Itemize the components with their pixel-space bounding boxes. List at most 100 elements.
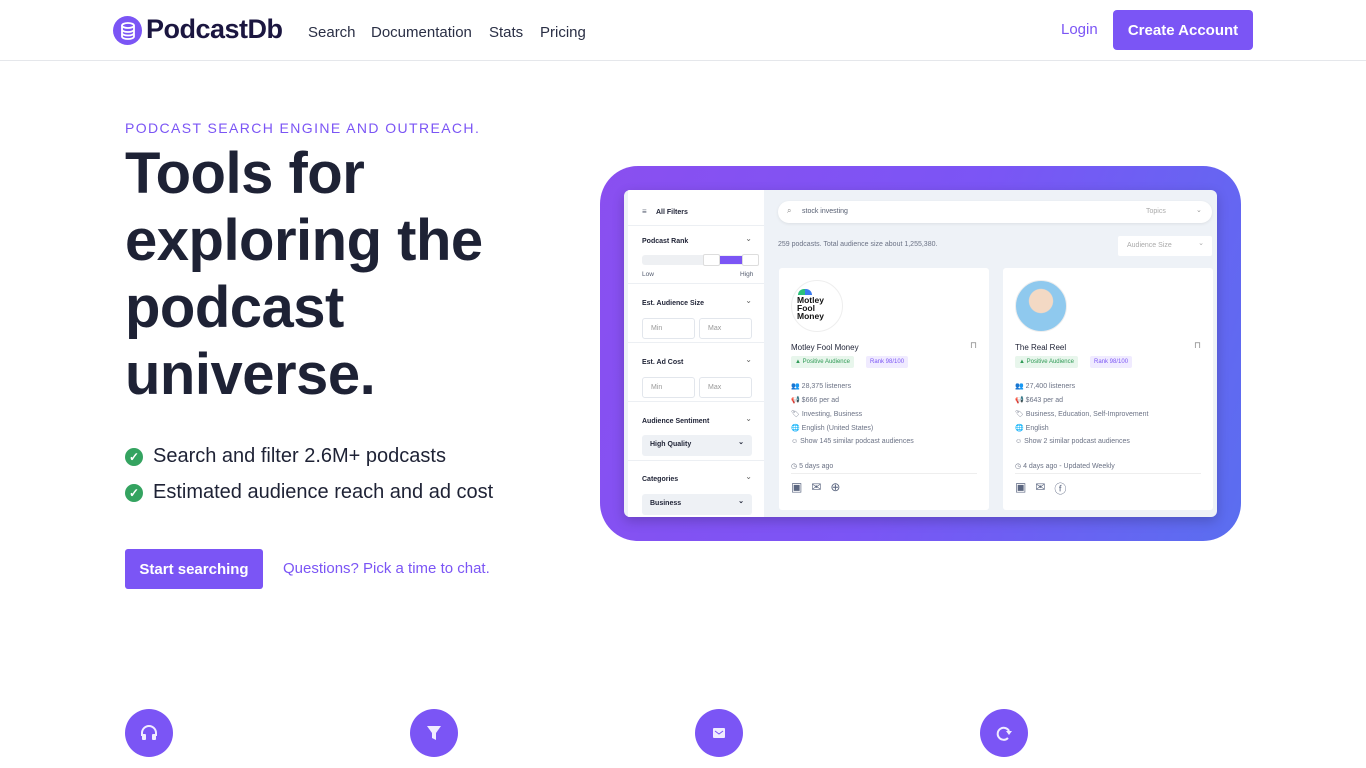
adcost-max-input[interactable]: Max [699, 377, 752, 398]
login-link[interactable]: Login [1061, 21, 1098, 38]
badge-text: Positive Audience [1026, 359, 1074, 365]
bookmark-icon[interactable]: ⊓ [970, 340, 977, 351]
chevron-down-icon[interactable]: ⌄ [745, 414, 752, 423]
language: 🌐 English (United States) [791, 425, 874, 432]
top-nav: PodcastDb Search Documentation Stats Pri… [0, 0, 1366, 61]
rank-slider[interactable] [642, 254, 759, 266]
updated: ◷ 5 days ago [791, 463, 834, 470]
bookmark-icon[interactable]: ⊓ [1194, 340, 1201, 351]
ad-cost: 📢 $666 per ad [791, 397, 840, 404]
filter-audience-size: Est. Audience Size ⌄ Min Max [628, 284, 764, 343]
select-value: High Quality [650, 441, 692, 448]
filter-label: Categories [642, 476, 679, 483]
slider-handle-low[interactable] [703, 254, 720, 266]
search-icon: ⌕ [787, 206, 792, 215]
tags: 🏷 Investing, Business [791, 411, 863, 418]
similar-link[interactable]: ☺ Show 145 similar podcast audiences [791, 438, 914, 445]
tags: 🏷 Business, Education, Self-Improvement [1015, 411, 1149, 418]
logo-text[interactable]: PodcastDb [146, 14, 283, 45]
meta-text: 5 days ago [799, 463, 834, 470]
similar-link[interactable]: ☺ Show 2 similar podcast audiences [1015, 438, 1130, 445]
globe-icon[interactable]: ⊕ [830, 480, 840, 494]
rss-icon[interactable]: ▣ [1015, 480, 1026, 497]
chevron-down-icon: ⌄ [1198, 240, 1204, 247]
listeners: 👥 28,375 listeners [791, 383, 852, 390]
chevron-down-icon[interactable]: ⌄ [745, 296, 752, 305]
nav-search[interactable]: Search [308, 24, 356, 41]
filter-label: Est. Audience Size [642, 300, 704, 307]
nav-documentation[interactable]: Documentation [371, 24, 472, 41]
slider-range [720, 256, 742, 264]
search-input[interactable]: stock investing [802, 208, 848, 215]
updated: ◷ 4 days ago - Updated Weekly [1015, 463, 1115, 470]
podcast-artwork [1015, 280, 1067, 332]
categories-select[interactable]: Business ⌄ [642, 494, 752, 515]
meta-text: Investing, Business [801, 411, 863, 418]
create-account-button[interactable]: Create Account [1113, 10, 1253, 50]
hero-title: Tools for exploring the podcast universe… [125, 141, 483, 407]
sentiment-select[interactable]: High Quality ⌄ [642, 435, 752, 456]
start-searching-button[interactable]: Start searching [125, 549, 263, 589]
meta-text: 27,400 listeners [1025, 383, 1076, 390]
topics-select[interactable]: Topics [1146, 208, 1166, 215]
meta-text: Show 145 similar podcast audiences [800, 438, 914, 445]
check-circle-icon: ✓ [125, 447, 143, 466]
podcast-artwork: Motley Fool Money [791, 280, 843, 332]
rank-badge: Rank 98/100 [1090, 356, 1133, 368]
chevron-down-icon: ⌄ [1196, 207, 1202, 214]
podcast-card[interactable]: Motley Fool Money Motley Fool Money ⊓ ▲ … [779, 268, 989, 510]
listeners: 👥 27,400 listeners [1015, 383, 1076, 390]
audience-max-input[interactable]: Max [699, 318, 752, 339]
schedule-chat-link[interactable]: Questions? Pick a time to chat. [283, 560, 490, 577]
envelope-icon [695, 709, 743, 757]
audience-min-input[interactable]: Min [642, 318, 695, 339]
chevron-down-icon[interactable]: ⌄ [745, 355, 752, 364]
all-filters-header[interactable]: ≡ All Filters [628, 190, 764, 226]
email-icon[interactable]: ✉ [1035, 480, 1045, 497]
chevron-down-icon[interactable]: ⌄ [745, 472, 752, 481]
check-circle-icon: ✓ [125, 483, 143, 502]
select-value: Business [650, 500, 682, 507]
results-summary: 259 podcasts. Total audience size about … [778, 241, 938, 248]
headphones-icon [125, 709, 173, 757]
rank-badge: Rank 98/100 [866, 356, 909, 368]
nav-stats[interactable]: Stats [489, 24, 523, 41]
chevron-down-icon[interactable]: ⌄ [745, 234, 752, 243]
filters-sidebar: ≡ All Filters Podcast Rank ⌄ Low High Est… [628, 190, 764, 517]
feature-bullet: ✓ Search and filter 2.6M+ podcasts [125, 445, 446, 468]
sentiment-badge: ▲ Positive Audience [1015, 356, 1078, 368]
adcost-min-input[interactable]: Min [642, 377, 695, 398]
filter-podcast-rank: Podcast Rank ⌄ Low High [628, 226, 764, 284]
ad-cost: 📢 $643 per ad [1015, 397, 1064, 404]
search-bar[interactable]: ⌕ stock investing Topics ⌄ [778, 201, 1212, 223]
product-screenshot: ≡ All Filters Podcast Rank ⌄ Low High Est… [624, 190, 1217, 517]
meta-text: English (United States) [801, 425, 874, 432]
sentiment-badge: ▲ Positive Audience [791, 356, 854, 368]
badge-text: Positive Audience [802, 359, 850, 365]
artwork-text: Motley Fool Money [797, 295, 824, 321]
database-logo-icon[interactable] [113, 16, 142, 45]
podcast-card[interactable]: The Real Reel ⊓ ▲ Positive Audience Rank… [1003, 268, 1213, 510]
filter-label: Est. Ad Cost [642, 359, 684, 366]
rss-icon[interactable]: ▣ [791, 480, 802, 494]
filter-icon [410, 709, 458, 757]
facebook-icon[interactable]: ⓕ [1054, 480, 1066, 497]
meta-text: Business, Education, Self-Improvement [1025, 411, 1149, 418]
podcast-title[interactable]: The Real Reel [1015, 343, 1066, 352]
slider-high-label: High [740, 271, 754, 278]
email-icon[interactable]: ✉ [811, 480, 821, 494]
sort-select[interactable]: Audience Size ⌄ [1118, 236, 1212, 256]
chevron-down-icon: ⌄ [738, 498, 744, 505]
slider-handle-high[interactable] [742, 254, 759, 266]
nav-pricing[interactable]: Pricing [540, 24, 586, 41]
podcast-title[interactable]: Motley Fool Money [791, 343, 859, 352]
refresh-icon [980, 709, 1028, 757]
sort-value: Audience Size [1127, 242, 1172, 249]
filter-sentiment: Audience Sentiment ⌄ High Quality ⌄ [628, 402, 764, 461]
bullet-text: Estimated audience reach and ad cost [153, 481, 494, 503]
chevron-down-icon: ⌄ [738, 439, 744, 446]
filter-categories: Categories ⌄ Business ⌄ [628, 461, 764, 517]
feature-bullet: ✓ Estimated audience reach and ad cost [125, 481, 493, 504]
meta-text: $666 per ad [801, 397, 840, 404]
slider-low-label: Low [642, 271, 654, 278]
